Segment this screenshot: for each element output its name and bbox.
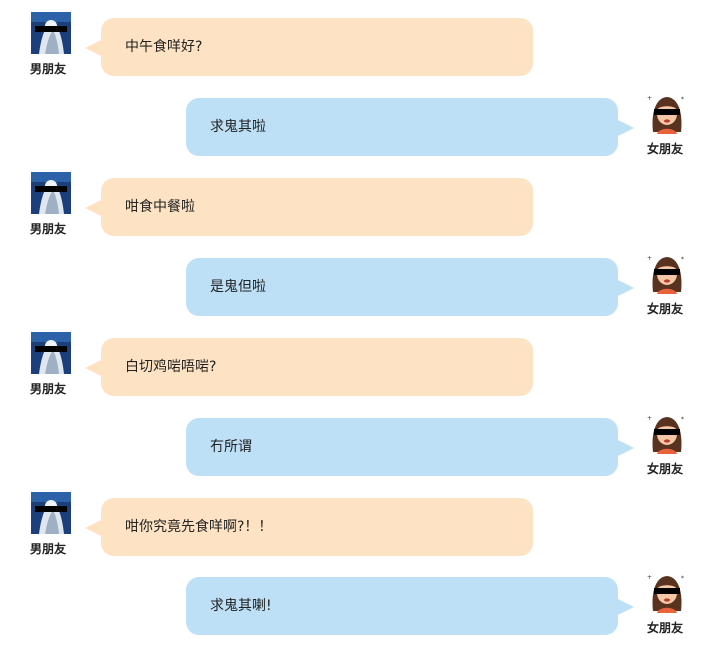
girlfriend-avatar-image: + * — [647, 412, 687, 454]
message-bubble: 冇所谓 — [186, 418, 634, 476]
message-row-boyfriend: 男朋友 咁食中餐啦 — [0, 172, 719, 248]
message-bubble: 白切鸡啱唔啱? — [85, 338, 533, 396]
message-row-girlfriend: 求鬼其喇! + * 女朋友 — [0, 571, 719, 647]
boyfriend-avatar-icon[interactable] — [31, 12, 71, 54]
sender-name: 男朋友 — [30, 62, 67, 76]
message-bubble: 中午食咩好? — [85, 18, 533, 76]
svg-text:+: + — [647, 95, 652, 102]
message-bubble: 咁食中餐啦 — [85, 178, 533, 236]
message-bubble: 咁你究竟先食咩啊?！！ — [85, 498, 533, 556]
message-bubble: 是鬼但啦 — [186, 258, 634, 316]
svg-text:*: * — [681, 575, 684, 582]
svg-text:+: + — [647, 415, 652, 422]
svg-text:*: * — [681, 416, 684, 423]
boyfriend-avatar-image — [31, 332, 71, 374]
boyfriend-avatar-image — [31, 12, 71, 54]
girlfriend-avatar-image: + * — [647, 252, 687, 294]
message-row-boyfriend: 男朋友 中午食咩好? — [0, 12, 719, 88]
svg-text:*: * — [681, 96, 684, 103]
girlfriend-avatar-icon[interactable]: + * — [647, 571, 687, 613]
message-bubble: 求鬼其啦 — [186, 98, 634, 156]
boyfriend-avatar-image — [31, 172, 71, 214]
sender-name: 男朋友 — [30, 382, 67, 396]
svg-text:+: + — [647, 255, 652, 262]
sender-name: 女朋友 — [647, 621, 684, 635]
sender-name: 女朋友 — [647, 462, 684, 476]
boyfriend-avatar-image — [31, 492, 71, 534]
girlfriend-avatar-image: + * — [647, 92, 687, 134]
sender-name: 男朋友 — [30, 542, 67, 556]
girlfriend-avatar-icon[interactable]: + * — [647, 412, 687, 454]
girlfriend-avatar-image: + * — [647, 571, 687, 613]
boyfriend-avatar-icon[interactable] — [31, 332, 71, 374]
message-row-girlfriend: 是鬼但啦 + * 女朋友 — [0, 252, 719, 328]
girlfriend-avatar-icon[interactable]: + * — [647, 252, 687, 294]
message-row-boyfriend: 男朋友 白切鸡啱唔啱? — [0, 332, 719, 408]
chat-conversation: 男朋友 中午食咩好? 求鬼其啦 + * 女朋友 男朋友 咁食中餐啦 是鬼但啦 +… — [0, 0, 719, 650]
svg-text:*: * — [681, 256, 684, 263]
message-bubble: 求鬼其喇! — [186, 577, 634, 635]
boyfriend-avatar-icon[interactable] — [31, 172, 71, 214]
sender-name: 男朋友 — [30, 222, 67, 236]
sender-name: 女朋友 — [647, 302, 684, 316]
boyfriend-avatar-icon[interactable] — [31, 492, 71, 534]
message-row-girlfriend: 冇所谓 + * 女朋友 — [0, 412, 719, 488]
svg-text:+: + — [647, 574, 652, 581]
girlfriend-avatar-icon[interactable]: + * — [647, 92, 687, 134]
message-row-girlfriend: 求鬼其啦 + * 女朋友 — [0, 92, 719, 168]
sender-name: 女朋友 — [647, 142, 684, 156]
message-row-boyfriend: 男朋友 咁你究竟先食咩啊?！！ — [0, 492, 719, 568]
